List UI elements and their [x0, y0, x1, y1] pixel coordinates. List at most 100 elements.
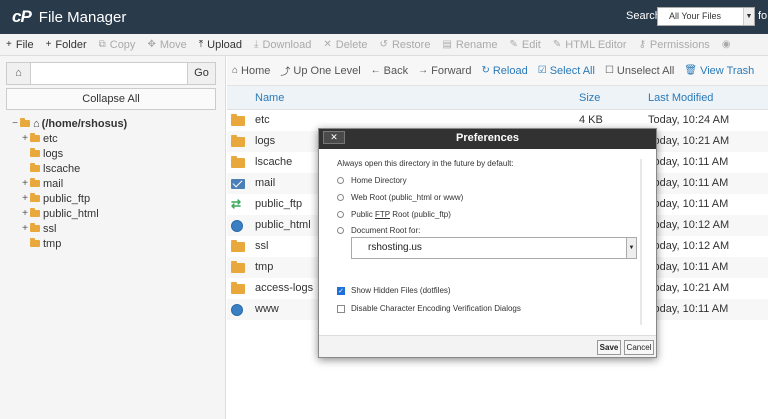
folder-icon — [20, 118, 30, 127]
toolbar-move-button[interactable]: ✥ Move — [141, 39, 192, 51]
directory-tree: − ⌂ (/home/rshosus) + etc logs lscache + mail + pu… — [10, 116, 127, 251]
radio-home-directory[interactable] — [337, 177, 344, 184]
tree-item-label: (/home/rshosus) — [41, 117, 128, 130]
option-web-root[interactable]: Web Root (public_html or www) — [337, 193, 463, 202]
toolbar-permissions-button[interactable]: ⚷ Permissions — [633, 39, 716, 51]
disable-encoding-label: Disable Character Encoding Verification … — [351, 304, 521, 313]
collapse-icon[interactable]: − — [10, 118, 20, 129]
toolbar-folder-button[interactable]: + Folder — [40, 39, 93, 51]
file-toolbar: + File + Folder ⧉ Copy ✥ Move ⤒ Upload ⤓ Download ✕ D… — [0, 34, 768, 56]
nav-label: Forward — [431, 64, 472, 77]
up-level-icon: ⤴ — [280, 67, 291, 78]
tree-item-mail[interactable]: + mail — [10, 176, 127, 191]
toolbar-file-button[interactable]: + File — [0, 39, 40, 51]
column-size[interactable]: Size — [579, 92, 600, 104]
option-show-hidden-files[interactable]: ✓ Show Hidden Files (dotfiles) — [337, 286, 451, 295]
toolbar-label: Restore — [391, 38, 431, 51]
document-root-domain-select[interactable]: rshosting.us ▼ — [351, 237, 637, 259]
checkbox-show-hidden-files[interactable]: ✓ — [337, 286, 345, 295]
nav-label: Reload — [492, 64, 528, 77]
nav-reload-button[interactable]: ↻ Reload — [476, 65, 532, 77]
collapse-all-button[interactable]: Collapse All — [6, 88, 216, 110]
nav-forward-button[interactable]: → Forward — [413, 65, 476, 77]
file-icon-wrap — [231, 282, 245, 294]
tree-item-tmp[interactable]: tmp — [10, 236, 127, 251]
rename-icon: ▤ — [442, 39, 452, 50]
toolbar-label: Edit — [521, 38, 541, 51]
tree-item-ssl[interactable]: + ssl — [10, 221, 127, 236]
toolbar-label: Move — [159, 38, 187, 51]
upload-icon: ⤒ — [198, 39, 204, 50]
expand-icon[interactable]: + — [20, 208, 30, 219]
cancel-button[interactable]: Cancel — [624, 340, 654, 355]
file-icon-wrap — [231, 261, 245, 273]
tree-item-logs[interactable]: logs — [10, 146, 127, 161]
go-button[interactable]: Go — [187, 63, 215, 84]
tree-item-public-html[interactable]: + public_html — [10, 206, 127, 221]
folder-icon — [30, 208, 40, 217]
radio-public-ftp-root[interactable] — [337, 211, 344, 218]
nav-label: Select All — [549, 64, 595, 77]
expand-icon[interactable]: + — [20, 133, 30, 144]
close-icon[interactable]: ✕ — [323, 131, 345, 144]
column-last-modified[interactable]: Last Modified — [648, 92, 713, 104]
nav-back-button[interactable]: ← Back — [366, 65, 413, 77]
home-icon: ⌂ — [232, 65, 239, 76]
expand-icon[interactable]: + — [20, 223, 30, 234]
cpanel-logo[interactable]: cP File Manager — [12, 7, 126, 27]
file-icon-wrap: ⇄ — [231, 198, 245, 210]
delete-icon: ✕ — [323, 39, 332, 50]
toolbar-view-icon-button[interactable]: ◉ — [716, 39, 741, 50]
toolbar-copy-button[interactable]: ⧉ Copy — [93, 39, 142, 51]
left-pane: ⌂ Go Collapse All − ⌂ (/home/rshosus) + etc l… — [0, 56, 226, 419]
option-webroot-label: Web Root (public_html or www) — [351, 193, 464, 202]
edit-icon: ✎ — [509, 39, 518, 50]
nav-up-one-level-button[interactable]: ⤴ Up One Level — [275, 63, 365, 79]
tree-item-home-rshosus[interactable]: − ⌂ (/home/rshosus) — [10, 116, 127, 131]
toolbar-download-button[interactable]: ⤓ Download — [248, 39, 317, 51]
nav-view-trash-button[interactable]: 🗑 View Trash — [679, 65, 759, 77]
file-size: 4 KB — [579, 114, 603, 126]
column-name[interactable]: Name — [255, 92, 284, 104]
nav-unselect-all-button[interactable]: ☐ Unselect All — [600, 65, 679, 77]
toolbar-edit-button[interactable]: ✎ Edit — [504, 39, 547, 51]
toolbar-html-editor-button[interactable]: ✎ HTML Editor — [547, 39, 633, 51]
dialog-scrollbar[interactable] — [640, 159, 642, 325]
expand-icon[interactable]: + — [20, 193, 30, 204]
toolbar-restore-button[interactable]: ↺ Restore — [374, 39, 437, 51]
option-disable-encoding-dialogs[interactable]: Disable Character Encoding Verification … — [337, 304, 521, 313]
expand-icon[interactable]: + — [20, 178, 30, 189]
file-icon-wrap — [231, 240, 245, 252]
file-icon-wrap — [231, 177, 245, 189]
option-public-ftp-root[interactable]: Public FTP Root (public_ftp) — [337, 210, 451, 219]
dialog-footer: Save Cancel — [319, 335, 656, 357]
tree-item-label: public_html — [43, 207, 99, 220]
file-modified: Today, 10:11 AM — [648, 198, 729, 210]
toolbar-label: Delete — [335, 38, 368, 51]
radio-document-root[interactable] — [337, 227, 344, 234]
tree-item-lscache[interactable]: lscache — [10, 161, 127, 176]
select-all-icon: ☑ — [537, 65, 547, 76]
file-name: public_ftp — [255, 198, 303, 210]
default-directory-intro: Always open this directory in the future… — [337, 159, 514, 168]
option-document-root[interactable]: Document Root for: — [337, 226, 420, 235]
nav-select-all-button[interactable]: ☑ Select All — [533, 65, 600, 77]
toolbar-delete-button[interactable]: ✕ Delete — [317, 39, 373, 51]
search-label: Search — [626, 10, 661, 22]
tree-item-etc[interactable]: + etc — [10, 131, 127, 146]
file-name: etc — [255, 114, 270, 126]
home-icon[interactable]: ⌂ — [7, 63, 31, 84]
toolbar-rename-button[interactable]: ▤ Rename — [436, 39, 503, 51]
option-home-directory[interactable]: Home Directory — [337, 176, 407, 185]
nav-home-button[interactable]: ⌂ Home — [227, 65, 275, 77]
save-button[interactable]: Save — [597, 340, 621, 355]
radio-web-root[interactable] — [337, 194, 344, 201]
toolbar-upload-button[interactable]: ⤒ Upload — [193, 39, 248, 51]
file-modified: Today, 10:12 AM — [648, 240, 730, 252]
tree-item-public-ftp[interactable]: + public_ftp — [10, 191, 127, 206]
search-scope-select[interactable]: All Your Files ▼ — [657, 7, 755, 26]
tree-item-label: ssl — [43, 222, 57, 235]
path-input[interactable] — [31, 63, 187, 84]
toolbar-label: Permissions — [649, 38, 710, 51]
checkbox-disable-encoding-dialogs[interactable] — [337, 304, 345, 313]
